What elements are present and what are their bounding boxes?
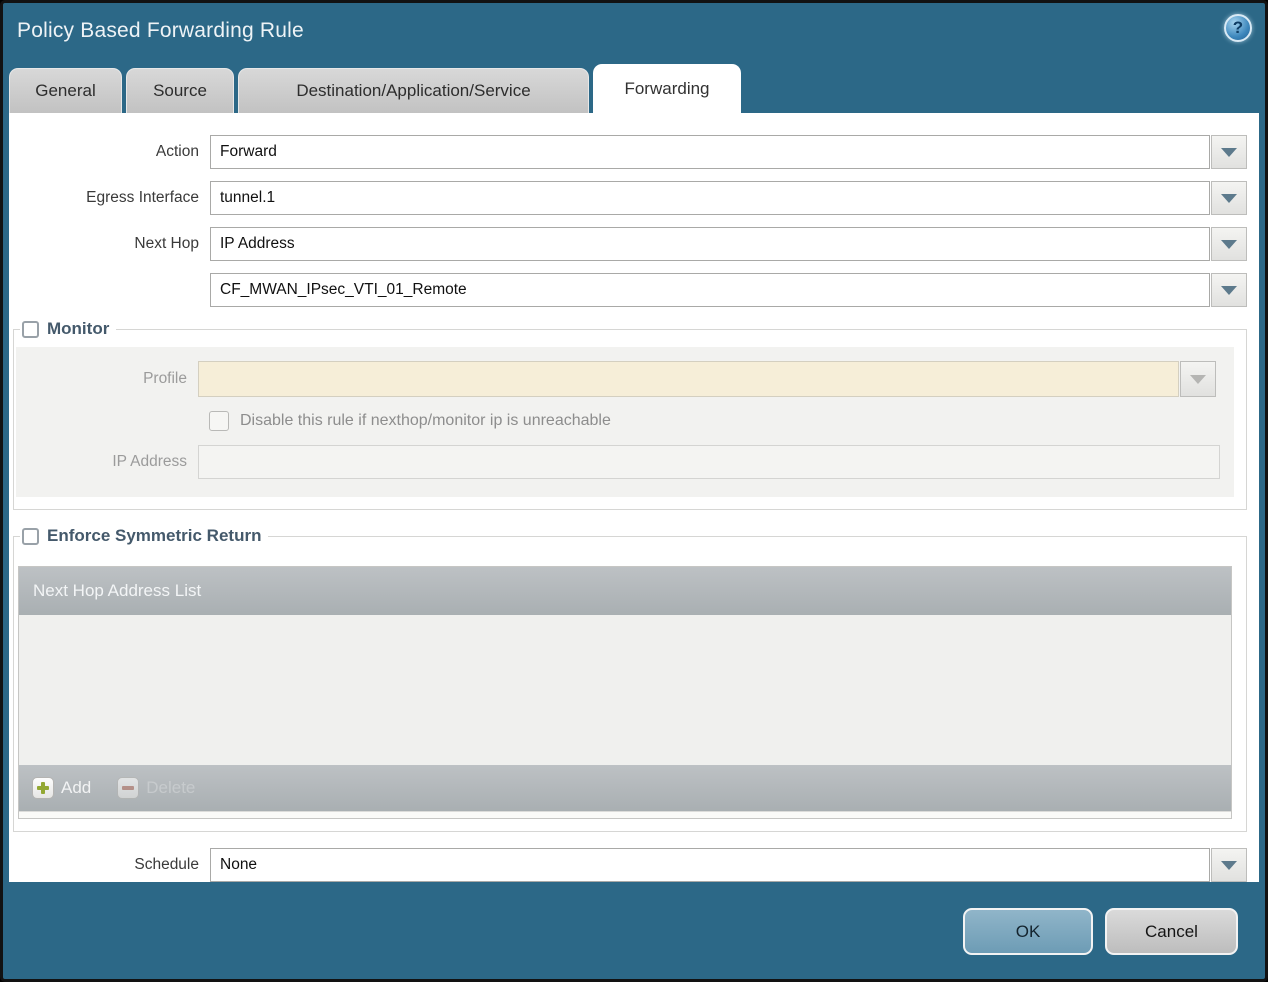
ok-button[interactable]: OK	[963, 908, 1093, 955]
help-glyph: ?	[1232, 18, 1244, 37]
action-select[interactable]: Forward	[210, 135, 1210, 169]
monitor-legend: Monitor	[20, 319, 116, 339]
chevron-down-icon	[1221, 147, 1237, 157]
enforce-legend-label: Enforce Symmetric Return	[47, 526, 262, 545]
schedule-row: Schedule None	[13, 848, 1247, 882]
egress-interface-row: Egress Interface tunnel.1	[13, 181, 1247, 215]
disable-rule-row: Disable this rule if nexthop/monitor ip …	[209, 411, 1220, 431]
plus-icon	[32, 777, 54, 799]
table-bottom-strip	[19, 811, 1231, 818]
tab-general[interactable]: General	[9, 68, 122, 113]
chevron-down-icon	[1221, 239, 1237, 249]
dialog-title: Policy Based Forwarding Rule	[17, 19, 304, 42]
help-icon[interactable]: ?	[1224, 14, 1252, 42]
next-hop-address-select[interactable]: CF_MWAN_IPsec_VTI_01_Remote	[210, 273, 1210, 307]
next-hop-type-select[interactable]: IP Address	[210, 227, 1210, 261]
tab-destination-label: Destination/Application/Service	[296, 81, 531, 100]
profile-label: Profile	[143, 370, 187, 387]
action-dropdown-button[interactable]	[1211, 135, 1247, 169]
monitor-panel: Profile Disable this rule if nexthop/mon…	[16, 347, 1234, 497]
delete-button-label: Delete	[146, 778, 196, 797]
cancel-button-label: Cancel	[1145, 921, 1198, 941]
egress-interface-select[interactable]: tunnel.1	[210, 181, 1210, 215]
schedule-label: Schedule	[134, 856, 199, 873]
schedule-dropdown-button[interactable]	[1211, 848, 1247, 882]
disable-rule-checkbox	[209, 411, 229, 431]
chevron-down-icon	[1190, 374, 1206, 384]
enforce-symmetric-return-checkbox[interactable]	[22, 527, 39, 545]
monitor-ip-row: IP Address	[16, 445, 1220, 479]
tab-forwarding-label: Forwarding	[624, 79, 710, 98]
next-hop-address-list-header: Next Hop Address List	[19, 567, 1231, 615]
chevron-down-icon	[1221, 285, 1237, 295]
monitor-legend-label: Monitor	[47, 319, 110, 338]
delete-button: Delete	[117, 777, 195, 799]
pbf-rule-dialog: Policy Based Forwarding Rule ? General S…	[0, 0, 1268, 982]
next-hop-address-table: Next Hop Address List Add Delete	[18, 566, 1232, 819]
add-button-label: Add	[61, 778, 92, 797]
monitor-checkbox[interactable]	[22, 320, 39, 338]
forwarding-tab-panel: Action Forward Egress Interface tunnel.1…	[9, 113, 1259, 882]
next-hop-address-list-header-label: Next Hop Address List	[33, 581, 202, 600]
cancel-button[interactable]: Cancel	[1105, 908, 1238, 955]
egress-interface-label: Egress Interface	[86, 189, 199, 206]
minus-icon	[117, 777, 140, 799]
enforce-symmetric-return-fieldset: Enforce Symmetric Return Next Hop Addres…	[13, 526, 1247, 832]
add-button[interactable]: Add	[32, 777, 91, 799]
next-hop-address-dropdown-button[interactable]	[1211, 273, 1247, 307]
profile-dropdown-button	[1180, 361, 1216, 397]
action-row: Action Forward	[13, 135, 1247, 169]
dialog-titlebar: Policy Based Forwarding Rule ?	[3, 3, 1265, 61]
profile-row: Profile	[16, 361, 1220, 397]
tab-bar: General Source Destination/Application/S…	[9, 61, 1259, 113]
disable-rule-label: Disable this rule if nexthop/monitor ip …	[240, 412, 611, 429]
next-hop-type-dropdown-button[interactable]	[1211, 227, 1247, 261]
profile-select	[198, 361, 1179, 397]
ok-button-label: OK	[1015, 921, 1041, 941]
chevron-down-icon	[1221, 860, 1237, 870]
tab-general-label: General	[35, 81, 96, 100]
enforce-legend: Enforce Symmetric Return	[20, 526, 268, 546]
next-hop-label: Next Hop	[134, 235, 199, 252]
schedule-select[interactable]: None	[210, 848, 1210, 882]
next-hop-address-list-body[interactable]	[19, 615, 1231, 765]
next-hop-row: Next Hop IP Address	[13, 227, 1247, 261]
tab-forwarding[interactable]: Forwarding	[593, 64, 741, 113]
action-label: Action	[155, 143, 199, 160]
next-hop-address-row: CF_MWAN_IPsec_VTI_01_Remote	[13, 273, 1247, 307]
next-hop-address-list-toolbar: Add Delete	[19, 765, 1231, 811]
monitor-ip-input	[198, 445, 1220, 479]
egress-interface-dropdown-button[interactable]	[1211, 181, 1247, 215]
dialog-footer: OK Cancel	[3, 882, 1265, 979]
tab-destination-application-service[interactable]: Destination/Application/Service	[238, 68, 589, 113]
tab-source[interactable]: Source	[126, 68, 234, 113]
chevron-down-icon	[1221, 193, 1237, 203]
monitor-fieldset: Monitor Profile Disable this rule if nex…	[13, 319, 1247, 510]
tab-source-label: Source	[153, 81, 207, 100]
monitor-ip-label: IP Address	[112, 453, 187, 470]
